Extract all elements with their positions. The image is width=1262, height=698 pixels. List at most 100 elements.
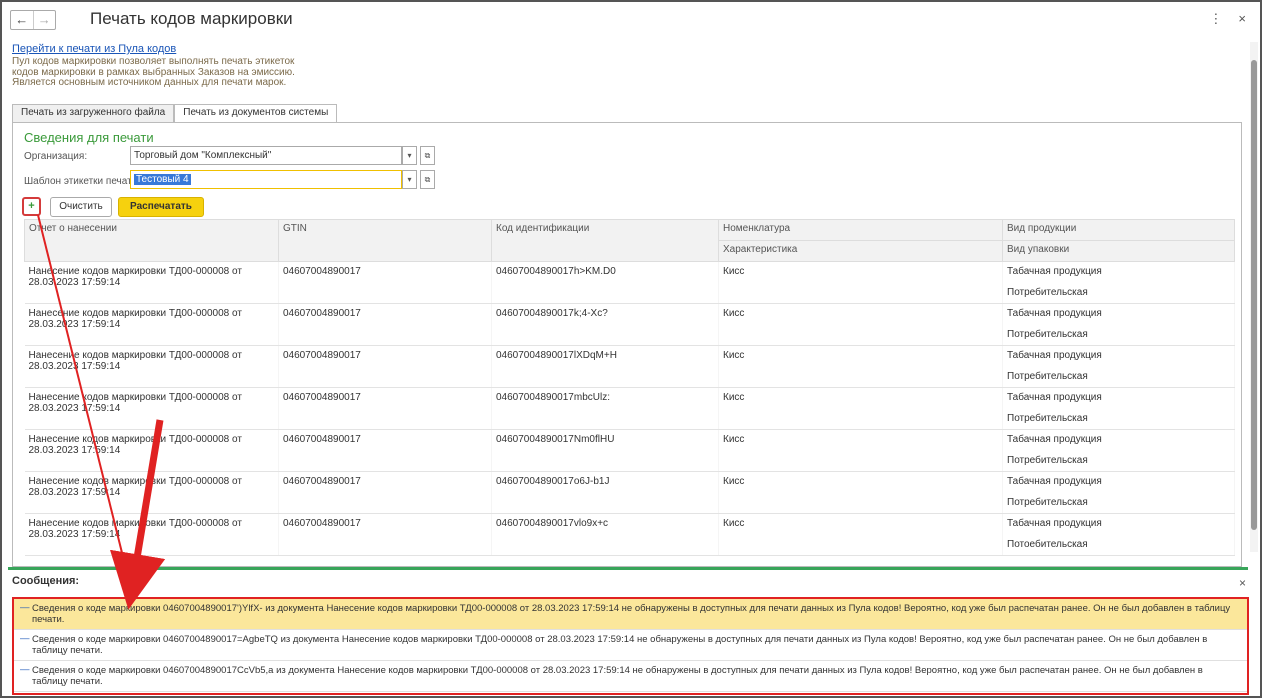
cell-code: 04607004890017h>KM.D0 — [491, 261, 719, 304]
cell-report: Нанесение кодов маркировки ТД00-000008 о… — [24, 471, 279, 514]
template-dropdown-icon[interactable]: ▾ — [402, 170, 417, 189]
col-product-type-header[interactable]: Вид продукции — [1002, 219, 1235, 241]
messages-title: Сообщения: — [12, 575, 80, 587]
cell-code: 04607004890017o6J-b1J — [491, 471, 719, 514]
add-from-document-icon[interactable]: + — [22, 197, 41, 216]
col-nomenclature-header[interactable]: Номенклатура — [718, 219, 1003, 241]
cell-gtin: 04607004890017 — [278, 303, 492, 346]
cell-nomenclature: Кисс — [718, 345, 1003, 388]
cell-package-type: Потребительская — [1007, 455, 1088, 466]
table-row[interactable]: Нанесение кодов маркировки ТД00-000008 о… — [24, 345, 1235, 388]
description-line: Является основным источником данных для … — [12, 77, 287, 88]
cell-code: 04607004890017mbcUlz: — [491, 387, 719, 430]
message-dash-icon: — — [20, 664, 30, 675]
cell-gtin: 04607004890017 — [278, 513, 492, 556]
cell-code: 04607004890017lXDqM+H — [491, 345, 719, 388]
cell-package-type: Потребительская — [1007, 371, 1088, 382]
col-code-header[interactable]: Код идентификации — [491, 219, 719, 262]
codes-table: Отчет о нанесении GTIN Код идентификации… — [24, 219, 1235, 556]
forward-icon[interactable]: → — [32, 11, 56, 29]
cell-package-type: Потребительская — [1007, 329, 1088, 340]
template-field[interactable]: Тестовый 4 — [130, 170, 402, 189]
org-dropdown-icon[interactable]: ▾ — [402, 146, 417, 165]
clear-button[interactable]: Очистить — [50, 197, 112, 217]
cell-code: 04607004890017k;4-Xc? — [491, 303, 719, 346]
back-icon[interactable]: ← — [11, 11, 33, 29]
tabs: Печать из загруженного файла Печать из д… — [12, 104, 338, 123]
cell-nomenclature: Кисс — [718, 303, 1003, 346]
col-report-header[interactable]: Отчет о нанесении — [24, 219, 279, 262]
template-open-icon[interactable]: ⧉ — [420, 170, 435, 189]
message-dash-icon: — — [20, 602, 30, 613]
cell-nomenclature: Кисс — [718, 387, 1003, 430]
message-item[interactable]: — Сведения о коде маркировки 04607004890… — [14, 661, 1247, 692]
vertical-scrollbar[interactable] — [1250, 42, 1258, 552]
close-icon[interactable]: × — [1238, 11, 1246, 27]
more-icon[interactable]: ⋮ — [1209, 11, 1222, 27]
cell-code: 04607004890017Nm0flHU — [491, 429, 719, 472]
template-label: Шаблон этикетки печати: — [24, 176, 141, 187]
scrollbar-thumb[interactable] — [1251, 60, 1257, 530]
col-characteristic-header[interactable]: Характеристика — [718, 240, 1003, 262]
title-bar: ← → Печать кодов маркировки ⋮ × — [8, 6, 1252, 34]
cell-report: Нанесение кодов маркировки ТД00-000008 о… — [24, 345, 279, 388]
message-text: Сведения о коде маркировки 0460700489001… — [32, 603, 1231, 625]
description-line: Пул кодов маркировки позволяет выполнять… — [12, 56, 295, 67]
messages-close-icon[interactable]: × — [1239, 576, 1246, 590]
tab-file-print[interactable]: Печать из загруженного файла — [12, 104, 175, 123]
cell-product-type: Табачная продукция — [1007, 392, 1102, 403]
message-item[interactable]: — Сведения о коде маркировки 04607004890… — [14, 599, 1247, 630]
col-gtin-header[interactable]: GTIN — [278, 219, 492, 262]
cell-report: Нанесение кодов маркировки ТД00-000008 о… — [24, 387, 279, 430]
message-item[interactable]: — Сведения о коде маркировки 04607004890… — [14, 630, 1247, 661]
cell-report: Нанесение кодов маркировки ТД00-000008 о… — [24, 261, 279, 304]
cell-types: Табачная продукция Потоебительская — [1002, 513, 1235, 556]
table-row[interactable]: Нанесение кодов маркировки ТД00-000008 о… — [24, 387, 1235, 430]
nav-buttons: ← → — [10, 10, 56, 30]
cell-product-type: Табачная продукция — [1007, 350, 1102, 361]
messages-list: — Сведения о коде маркировки 04607004890… — [12, 597, 1249, 695]
page-title: Печать кодов маркировки — [90, 9, 293, 28]
cell-types: Табачная продукция Потребительская — [1002, 471, 1235, 514]
template-value: Тестовый 4 — [134, 174, 191, 185]
cell-product-type: Табачная продукция — [1007, 476, 1102, 487]
cell-nomenclature: Кисс — [718, 261, 1003, 304]
message-dash-icon: — — [20, 633, 30, 644]
cell-report: Нанесение кодов маркировки ТД00-000008 о… — [24, 429, 279, 472]
cell-types: Табачная продукция Потребительская — [1002, 429, 1235, 472]
table-row[interactable]: Нанесение кодов маркировки ТД00-000008 о… — [24, 261, 1235, 304]
table-row[interactable]: Нанесение кодов маркировки ТД00-000008 о… — [24, 303, 1235, 346]
cell-gtin: 04607004890017 — [278, 345, 492, 388]
table-row[interactable]: Нанесение кодов маркировки ТД00-000008 о… — [24, 513, 1235, 556]
section-title: Сведения для печати — [24, 130, 154, 145]
cell-types: Табачная продукция Потребительская — [1002, 261, 1235, 304]
org-field[interactable]: Торговый дом "Комплексный" — [130, 146, 402, 165]
tab-documents-print[interactable]: Печать из документов системы — [174, 104, 338, 123]
messages-divider[interactable] — [8, 567, 1248, 570]
print-button[interactable]: Распечатать — [118, 197, 204, 217]
message-text: Сведения о коде маркировки 0460700489001… — [32, 634, 1208, 656]
window-controls: ⋮ × — [1209, 11, 1246, 27]
cell-nomenclature: Кисс — [718, 429, 1003, 472]
cell-product-type: Табачная продукция — [1007, 308, 1102, 319]
cell-gtin: 04607004890017 — [278, 429, 492, 472]
col-package-type-header[interactable]: Вид упаковки — [1002, 240, 1235, 262]
cell-package-type: Потребительская — [1007, 413, 1088, 424]
cell-types: Табачная продукция Потребительская — [1002, 303, 1235, 346]
pool-print-link[interactable]: Перейти к печати из Пула кодов — [12, 43, 176, 55]
cell-report: Нанесение кодов маркировки ТД00-000008 о… — [24, 303, 279, 346]
cell-product-type: Табачная продукция — [1007, 266, 1102, 277]
description: Пул кодов маркировки позволяет выполнять… — [12, 56, 312, 89]
org-open-icon[interactable]: ⧉ — [420, 146, 435, 165]
cell-report: Нанесение кодов маркировки ТД00-000008 о… — [24, 513, 279, 556]
cell-package-type: Потребительская — [1007, 287, 1088, 298]
cell-gtin: 04607004890017 — [278, 387, 492, 430]
cell-types: Табачная продукция Потребительская — [1002, 345, 1235, 388]
cell-package-type: Потребительская — [1007, 497, 1088, 508]
cell-package-type: Потоебительская — [1007, 539, 1088, 550]
table-row[interactable]: Нанесение кодов маркировки ТД00-000008 о… — [24, 471, 1235, 514]
cell-gtin: 04607004890017 — [278, 471, 492, 514]
message-text: Сведения о коде маркировки 0460700489001… — [32, 665, 1203, 687]
cell-product-type: Табачная продукция — [1007, 434, 1102, 445]
table-row[interactable]: Нанесение кодов маркировки ТД00-000008 о… — [24, 429, 1235, 472]
